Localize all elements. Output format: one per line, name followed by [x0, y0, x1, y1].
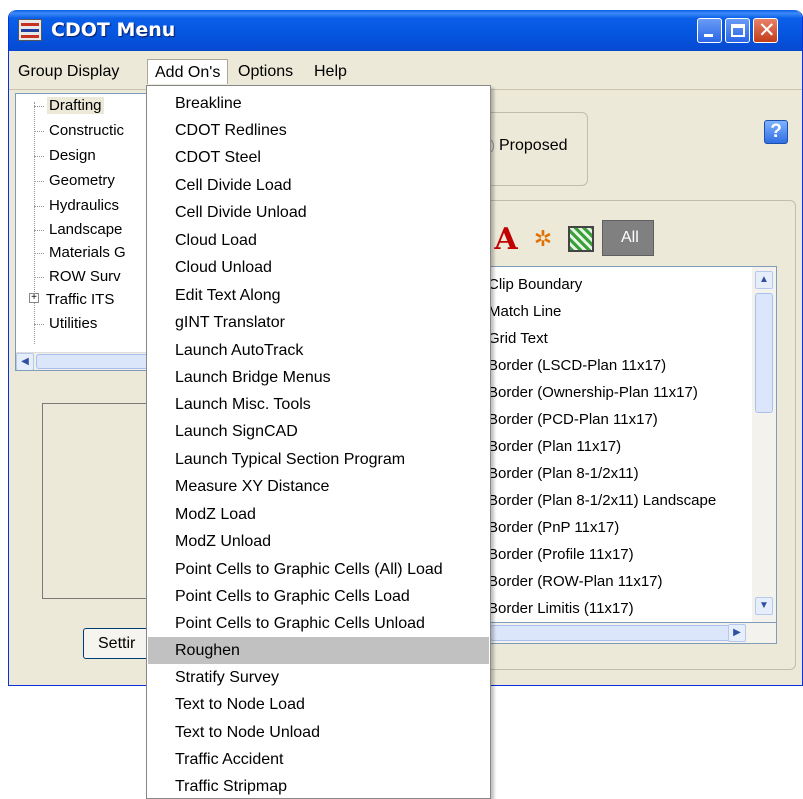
tree-item-hydraulics[interactable]: Hydraulics — [34, 194, 121, 218]
tree-item-landscape[interactable]: Landscape — [34, 218, 124, 242]
scroll-left-icon[interactable]: ◀ — [16, 353, 34, 370]
scroll-down-icon[interactable]: ▼ — [755, 597, 773, 615]
tree-item-geometry[interactable]: Geometry — [34, 169, 117, 193]
cell-list-item[interactable]: Border Limitis (11x17) — [488, 595, 634, 622]
close-button[interactable]: ✕ — [753, 18, 778, 43]
cell-list-item[interactable]: Border (LSCD-Plan 11x17) — [488, 352, 666, 379]
cell-list-item[interactable]: Grid Text — [488, 325, 548, 352]
menu-item-cloud-load[interactable]: Cloud Load — [148, 227, 489, 254]
cell-list-item[interactable]: Border (Ownership-Plan 11x17) — [488, 379, 698, 406]
menu-item-cell-divide-unload[interactable]: Cell Divide Unload — [148, 199, 489, 226]
maximize-icon — [731, 24, 745, 37]
app-icon[interactable] — [18, 19, 42, 41]
menu-item-launch-typical-section[interactable]: Launch Typical Section Program — [148, 446, 489, 473]
help-icon[interactable]: ? — [764, 120, 788, 144]
menu-item-point-cells-all-load[interactable]: Point Cells to Graphic Cells (All) Load — [148, 556, 489, 583]
tree-item-construction[interactable]: Constructic — [34, 119, 126, 143]
tree-item-row-survey[interactable]: ROW Surv — [34, 265, 123, 289]
menu-item-text-to-node-unload[interactable]: Text to Node Unload — [148, 719, 489, 746]
menu-item-gint-translator[interactable]: gINT Translator — [148, 309, 489, 336]
menu-item-cdot-steel[interactable]: CDOT Steel — [148, 144, 489, 171]
menu-group-display[interactable]: Group Display — [11, 59, 126, 84]
add-ons-dropdown-menu: Breakline CDOT Redlines CDOT Steel Cell … — [146, 85, 491, 799]
tree-expand-icon[interactable]: + — [29, 293, 39, 303]
cell-list-hscroll-thumb[interactable] — [490, 625, 730, 641]
menu-item-breakline[interactable]: Breakline — [148, 90, 489, 117]
menu-item-cell-divide-load[interactable]: Cell Divide Load — [148, 172, 489, 199]
snap-filter-icon[interactable]: ✲ — [528, 222, 558, 256]
menu-item-cdot-redlines[interactable]: CDOT Redlines — [148, 117, 489, 144]
menu-item-point-cells-unload[interactable]: Point Cells to Graphic Cells Unload — [148, 610, 489, 637]
cell-list-vertical-scrollbar[interactable]: ▲ ▼ — [752, 267, 776, 623]
menu-item-cloud-unload[interactable]: Cloud Unload — [148, 254, 489, 281]
tree-item-utilities[interactable]: Utilities — [34, 312, 99, 336]
menu-add-ons[interactable]: Add On's — [147, 59, 229, 84]
menu-item-traffic-stripmap[interactable]: Traffic Stripmap — [148, 773, 489, 799]
cell-list-scroll-thumb[interactable] — [755, 293, 773, 413]
menu-item-launch-autotrack[interactable]: Launch AutoTrack — [148, 337, 489, 364]
menu-item-launch-misc-tools[interactable]: Launch Misc. Tools — [148, 391, 489, 418]
tree-item-design[interactable]: Design — [34, 144, 98, 168]
cell-list-item[interactable]: Border (Plan 8-1/2x11) — [488, 460, 639, 487]
cell-list-item[interactable]: Border (ROW-Plan 11x17) — [488, 568, 663, 595]
menu-item-launch-bridge-menus[interactable]: Launch Bridge Menus — [148, 364, 489, 391]
text-filter-icon[interactable]: A — [490, 222, 522, 257]
cell-list-item[interactable]: Match Line — [488, 298, 561, 325]
menu-item-traffic-accident[interactable]: Traffic Accident — [148, 746, 489, 773]
menu-item-modz-unload[interactable]: ModZ Unload — [148, 528, 489, 555]
close-icon: ✕ — [758, 19, 776, 42]
tree-scroll-thumb[interactable] — [36, 354, 154, 369]
maximize-button[interactable] — [725, 18, 750, 43]
menu-item-point-cells-load[interactable]: Point Cells to Graphic Cells Load — [148, 583, 489, 610]
preview-frame — [42, 403, 152, 599]
menu-item-text-to-node-load[interactable]: Text to Node Load — [148, 691, 489, 718]
window-title: CDOT Menu — [51, 19, 176, 41]
minimize-button[interactable] — [697, 18, 722, 43]
menu-help[interactable]: Help — [307, 59, 354, 84]
menu-item-roughen[interactable]: Roughen — [148, 637, 489, 664]
cell-list-item[interactable]: Clip Boundary — [488, 271, 582, 298]
scroll-right-icon[interactable]: ▶ — [728, 624, 746, 642]
minimize-icon — [704, 34, 713, 37]
cell-list[interactable]: Clip Boundary Match Line Grid Text Borde… — [470, 266, 777, 624]
scroll-up-icon[interactable]: ▲ — [755, 271, 773, 289]
menu-item-edit-text-along[interactable]: Edit Text Along — [148, 282, 489, 309]
menu-item-stratify-survey[interactable]: Stratify Survey — [148, 664, 489, 691]
tree-horizontal-scrollbar[interactable]: ◀ — [16, 352, 154, 370]
cell-list-item[interactable]: Border (Profile 11x17) — [488, 541, 634, 568]
tree-item-traffic-its[interactable]: Traffic ITS — [44, 288, 116, 312]
menu-item-launch-signcad[interactable]: Launch SignCAD — [148, 418, 489, 445]
cell-list-item[interactable]: Border (Plan 11x17) — [488, 433, 621, 460]
title-bar[interactable]: CDOT Menu ✕ — [9, 10, 802, 51]
cell-list-item[interactable]: Border (PnP 11x17) — [488, 514, 619, 541]
menu-options[interactable]: Options — [231, 59, 300, 84]
tree-item-drafting[interactable]: Drafting — [34, 94, 104, 118]
cell-list-item[interactable]: Border (PCD-Plan 11x17) — [488, 406, 658, 433]
proposed-label: Proposed — [499, 137, 568, 154]
cell-list-horizontal-scrollbar[interactable]: ▶ — [470, 622, 777, 644]
cell-list-item[interactable]: Border (Plan 8-1/2x11) Landscape — [488, 487, 716, 514]
menu-item-modz-load[interactable]: ModZ Load — [148, 501, 489, 528]
pattern-filter-icon[interactable] — [565, 222, 597, 256]
group-tree[interactable]: Drafting Constructic Design Geometry Hyd… — [15, 93, 155, 371]
tree-item-materials[interactable]: Materials G — [34, 241, 128, 265]
all-filter-button[interactable]: All — [602, 220, 654, 256]
menu-item-measure-xy-distance[interactable]: Measure XY Distance — [148, 473, 489, 500]
